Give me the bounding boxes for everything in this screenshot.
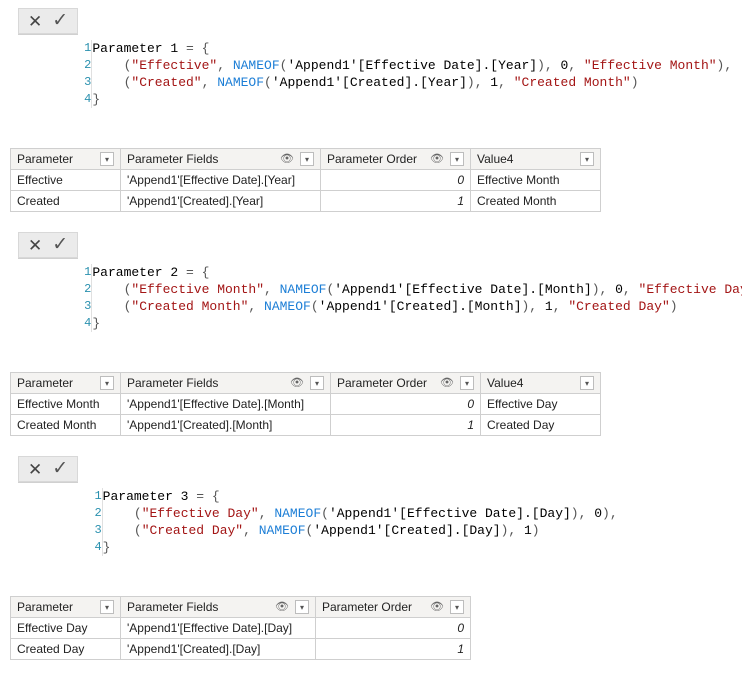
col-parameter-order[interactable]: Parameter Order👁▾ <box>316 597 471 618</box>
line-number: 2 <box>84 505 102 522</box>
cell: 1 <box>316 639 471 660</box>
parameter-block-2: ✕ ✓ 1 Parameter 2 = { 2 ("Effective Mont… <box>10 230 732 436</box>
chevron-down-icon[interactable]: ▾ <box>450 600 464 614</box>
col-parameter[interactable]: Parameter▾ <box>11 373 121 394</box>
line-number: 4 <box>84 315 92 332</box>
table-row[interactable]: Effective 'Append1'[Effective Date].[Yea… <box>11 170 601 191</box>
line-number: 1 <box>84 488 102 505</box>
formula-code[interactable]: 1 Parameter 3 = { 2 ("Effective Day", NA… <box>78 454 732 590</box>
cancel-icon[interactable]: ✕ <box>23 236 47 255</box>
eye-slash-icon[interactable]: 👁 <box>440 378 454 389</box>
cell: 'Append1'[Effective Date].[Year] <box>121 170 321 191</box>
col-parameter-fields[interactable]: Parameter Fields👁▾ <box>121 373 331 394</box>
data-table: Parameter▾ Parameter Fields👁▾ Parameter … <box>10 372 601 436</box>
col-parameter-fields[interactable]: Parameter Fields👁▾ <box>121 149 321 170</box>
col-parameter-order[interactable]: Parameter Order👁▾ <box>331 373 481 394</box>
chevron-down-icon[interactable]: ▾ <box>460 376 474 390</box>
formula-code[interactable]: 1 Parameter 1 = { 2 ("Effective", NAMEOF… <box>78 6 732 142</box>
chevron-down-icon[interactable]: ▾ <box>100 600 114 614</box>
table-row[interactable]: Created Day 'Append1'[Created].[Day] 1 <box>11 639 471 660</box>
line-number: 4 <box>84 91 92 108</box>
cancel-icon[interactable]: ✕ <box>23 12 47 31</box>
cell: 'Append1'[Created].[Day] <box>121 639 316 660</box>
cell: 1 <box>321 191 471 212</box>
formula-bar: ✕ ✓ 1 Parameter 2 = { 2 ("Effective Mont… <box>10 230 732 366</box>
param-name: Parameter 3 <box>103 489 189 504</box>
table-row[interactable]: Effective Month 'Append1'[Effective Date… <box>11 394 601 415</box>
data-table: Parameter▾ Parameter Fields👁▾ Parameter … <box>10 596 471 660</box>
cell: Effective Day <box>481 394 601 415</box>
line-number: 4 <box>84 539 102 556</box>
cell: 1 <box>331 415 481 436</box>
cell: Effective Month <box>471 170 601 191</box>
line-number: 1 <box>84 264 92 281</box>
eye-slash-icon[interactable]: 👁 <box>280 154 294 165</box>
formula-bar-buttons: ✕ ✓ <box>18 232 78 258</box>
parameter-block-3: ✕ ✓ 1 Parameter 3 = { 2 ("Effective Day"… <box>10 454 732 660</box>
col-value4[interactable]: Value4▾ <box>481 373 601 394</box>
chevron-down-icon[interactable]: ▾ <box>580 152 594 166</box>
formula-bar-buttons: ✕ ✓ <box>18 8 78 34</box>
cell: 0 <box>321 170 471 191</box>
formula-bar-buttons: ✕ ✓ <box>18 456 78 482</box>
cell: Created Month <box>471 191 601 212</box>
eye-slash-icon[interactable]: 👁 <box>290 378 304 389</box>
table-row[interactable]: Effective Day 'Append1'[Effective Date].… <box>11 618 471 639</box>
cell: 'Append1'[Created].[Year] <box>121 191 321 212</box>
eye-slash-icon[interactable]: 👁 <box>275 602 289 613</box>
cell: Effective Day <box>11 618 121 639</box>
cell: Created Day <box>11 639 121 660</box>
col-parameter-order[interactable]: Parameter Order👁▾ <box>321 149 471 170</box>
col-parameter[interactable]: Parameter▾ <box>11 149 121 170</box>
commit-icon[interactable]: ✓ <box>47 234 73 255</box>
parameter-block-1: ✕ ✓ 1 Parameter 1 = { 2 ("Effective", NA… <box>10 6 732 212</box>
formula-bar: ✕ ✓ 1 Parameter 1 = { 2 ("Effective", NA… <box>10 6 732 142</box>
table-header-row: Parameter▾ Parameter Fields👁▾ Parameter … <box>11 149 601 170</box>
col-value4[interactable]: Value4▾ <box>471 149 601 170</box>
col-parameter-fields[interactable]: Parameter Fields👁▾ <box>121 597 316 618</box>
cell: 'Append1'[Effective Date].[Day] <box>121 618 316 639</box>
chevron-down-icon[interactable]: ▾ <box>310 376 324 390</box>
chevron-down-icon[interactable]: ▾ <box>450 152 464 166</box>
cell: 0 <box>316 618 471 639</box>
cell: Effective Month <box>11 394 121 415</box>
table-row[interactable]: Created 'Append1'[Created].[Year] 1 Crea… <box>11 191 601 212</box>
line-number: 2 <box>84 281 92 298</box>
cell: Created Day <box>481 415 601 436</box>
chevron-down-icon[interactable]: ▾ <box>100 376 114 390</box>
line-number: 3 <box>84 298 92 315</box>
cell: Effective <box>11 170 121 191</box>
formula-bar: ✕ ✓ 1 Parameter 3 = { 2 ("Effective Day"… <box>10 454 732 590</box>
cancel-icon[interactable]: ✕ <box>23 460 47 479</box>
table-header-row: Parameter▾ Parameter Fields👁▾ Parameter … <box>11 597 471 618</box>
table-row[interactable]: Created Month 'Append1'[Created].[Month]… <box>11 415 601 436</box>
table-header-row: Parameter▾ Parameter Fields👁▾ Parameter … <box>11 373 601 394</box>
cell: Created Month <box>11 415 121 436</box>
chevron-down-icon[interactable]: ▾ <box>295 600 309 614</box>
cell: 'Append1'[Created].[Month] <box>121 415 331 436</box>
line-number: 3 <box>84 522 102 539</box>
formula-code[interactable]: 1 Parameter 2 = { 2 ("Effective Month", … <box>78 230 742 366</box>
line-number: 3 <box>84 74 92 91</box>
line-number: 2 <box>84 57 92 74</box>
cell: 0 <box>331 394 481 415</box>
param-name: Parameter 2 <box>92 265 178 280</box>
data-table: Parameter▾ Parameter Fields👁▾ Parameter … <box>10 148 601 212</box>
param-name: Parameter 1 <box>92 41 178 56</box>
chevron-down-icon[interactable]: ▾ <box>580 376 594 390</box>
commit-icon[interactable]: ✓ <box>47 10 73 31</box>
cell: Created <box>11 191 121 212</box>
line-number: 1 <box>84 40 92 57</box>
eye-slash-icon[interactable]: 👁 <box>430 602 444 613</box>
eye-slash-icon[interactable]: 👁 <box>430 154 444 165</box>
chevron-down-icon[interactable]: ▾ <box>300 152 314 166</box>
cell: 'Append1'[Effective Date].[Month] <box>121 394 331 415</box>
commit-icon[interactable]: ✓ <box>47 458 73 479</box>
chevron-down-icon[interactable]: ▾ <box>100 152 114 166</box>
col-parameter[interactable]: Parameter▾ <box>11 597 121 618</box>
